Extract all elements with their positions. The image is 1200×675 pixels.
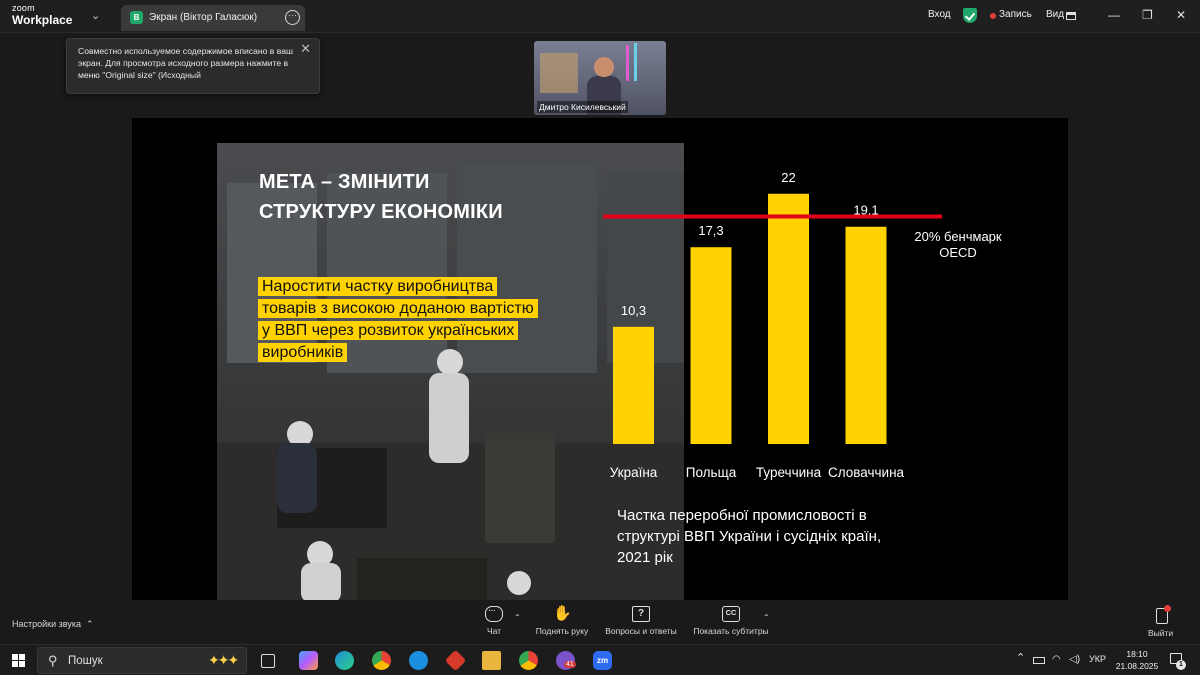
participant-head xyxy=(594,57,614,77)
qa-button[interactable]: ? Вопросы и ответы xyxy=(600,606,682,636)
search-highlight-icon: ✦✦✦ xyxy=(208,652,239,668)
chat-button[interactable]: Чат xyxy=(480,605,508,636)
keyboard-language[interactable]: УКР xyxy=(1089,654,1106,664)
chrome-browser-icon[interactable] xyxy=(372,651,391,670)
close-notification-icon[interactable]: ✕ xyxy=(300,41,311,57)
chart-value-label: 10,3 xyxy=(621,303,646,318)
leave-icon xyxy=(1153,605,1171,624)
title-bar: zoom Workplace ⌄ В Экран (Віктор Галасюк… xyxy=(0,0,1200,33)
chat-icon xyxy=(485,605,503,622)
chart-value-label: 17,3 xyxy=(698,223,723,238)
windows-taskbar: ⚲ Пошук ✦✦✦ 41 zm ⌃ ◠ ◁) УКР 18:10 21.08… xyxy=(0,644,1200,675)
qa-label: Вопросы и ответы xyxy=(605,626,677,636)
benchmark-label-line: OECD xyxy=(939,245,977,260)
search-placeholder: Пошук xyxy=(68,655,103,667)
audio-settings-label: Настройки звука xyxy=(12,619,81,629)
chart-bar xyxy=(613,326,654,444)
chart-value-label: 22 xyxy=(781,170,795,185)
record-button[interactable]: Запись xyxy=(999,9,1032,20)
chart-category-label: Словаччина xyxy=(828,465,905,480)
chart-caption-line: 2021 рік xyxy=(617,549,673,566)
chat-options-chevron-icon[interactable]: ⌃ xyxy=(514,613,521,622)
chart-category-label: Польща xyxy=(686,465,737,480)
question-icon: ? xyxy=(632,606,650,622)
meeting-toolbar: Настройки звука ⌃ Чат ⌃ ✋ Поднять руку ?… xyxy=(0,600,1200,644)
restore-icon[interactable]: ❐ xyxy=(1142,8,1153,22)
chart-bar xyxy=(768,193,809,444)
notification-count-badge: 1 xyxy=(1176,660,1186,670)
notification-text: Совместно используемое содержимое вписан… xyxy=(78,46,293,80)
search-icon: ⚲ xyxy=(48,653,58,668)
chat-label: Чат xyxy=(486,626,502,636)
tab-screen-share[interactable]: В Экран (Віктор Галасюк) ··· xyxy=(121,5,305,31)
audio-settings-button[interactable]: Настройки звука ⌃ xyxy=(12,619,94,630)
closed-captions-icon: CC xyxy=(722,606,740,622)
internet-explorer-icon[interactable] xyxy=(409,651,428,670)
tab-avatar: В xyxy=(130,11,143,24)
chart-bar xyxy=(845,226,887,444)
tray-overflow-chevron-icon[interactable]: ⌃ xyxy=(1016,651,1025,664)
login-button[interactable]: Вход xyxy=(928,9,951,20)
presentation-slide: МЕТА – ЗМІНИТИ СТРУКТУРУ ЕКОНОМІКИ Нарос… xyxy=(217,143,1068,600)
chart-caption: Частка переробної промисловості в структ… xyxy=(617,505,947,568)
video-neon-light xyxy=(634,43,637,81)
chart-category-label: Туреччина xyxy=(756,465,822,480)
captions-options-chevron-icon[interactable]: ⌃ xyxy=(763,613,770,622)
taskbar-clock[interactable]: 18:10 21.08.2025 xyxy=(1114,648,1160,672)
windows-start-icon[interactable] xyxy=(12,654,25,667)
task-view-icon[interactable] xyxy=(261,654,275,668)
raise-hand-button[interactable]: ✋ Поднять руку xyxy=(532,605,592,637)
show-captions-button[interactable]: CC Показать субтитры xyxy=(688,606,774,636)
chevron-up-icon: ⌃ xyxy=(83,619,94,629)
participant-name: Дмитро Кисилевський xyxy=(537,101,628,113)
brand-bottom: Workplace xyxy=(12,13,73,27)
minimize-icon[interactable]: — xyxy=(1108,8,1120,22)
video-neon-light xyxy=(626,45,629,81)
chrome-profile-icon[interactable] xyxy=(519,651,538,670)
leave-button[interactable]: Выйти xyxy=(1148,605,1174,638)
view-grid-icon[interactable] xyxy=(1066,12,1076,20)
tab-label: Экран (Віктор Галасюк) xyxy=(149,12,258,23)
close-window-icon[interactable]: ✕ xyxy=(1176,8,1186,22)
fit-screen-notification: Совместно используемое содержимое вписан… xyxy=(66,38,320,94)
security-app-icon[interactable] xyxy=(444,649,467,672)
copilot-icon[interactable] xyxy=(299,651,318,670)
show-captions-label: Показать субтитры xyxy=(693,626,769,636)
app-menu-chevron-icon[interactable]: ⌄ xyxy=(91,9,100,22)
benchmark-label-line: 20% бенчмарк xyxy=(914,229,1002,244)
chart-caption-line: структурі ВВП України і сусідніх країн, xyxy=(617,528,882,545)
chart-category-label: Україна xyxy=(610,465,658,480)
leave-label: Выйти xyxy=(1148,628,1174,638)
chart-bar xyxy=(690,247,732,444)
record-dot-icon xyxy=(990,13,996,19)
clock-time: 18:10 xyxy=(1126,649,1148,659)
volume-icon[interactable]: ◁) xyxy=(1069,654,1080,665)
hand-icon: ✋ xyxy=(553,605,572,622)
edge-browser-icon[interactable] xyxy=(335,651,354,670)
chart-caption-line: Частка переробної промисловості в xyxy=(617,507,867,524)
video-decor-panel xyxy=(540,53,578,93)
viber-unread-badge: 41 xyxy=(564,661,576,668)
view-button[interactable]: Вид xyxy=(1046,9,1064,20)
wifi-icon[interactable]: ◠ xyxy=(1052,654,1061,665)
battery-icon[interactable] xyxy=(1033,657,1045,664)
brand-top: zoom xyxy=(12,3,35,13)
zoom-app-icon[interactable]: zm xyxy=(593,651,612,670)
participant-video[interactable]: Дмитро Кисилевський xyxy=(534,41,666,115)
benchmark-label: 20% бенчмарк OECD xyxy=(903,229,1013,261)
viber-icon[interactable]: 41 xyxy=(556,651,576,670)
security-shield-icon[interactable] xyxy=(963,8,977,23)
raise-hand-label: Поднять руку xyxy=(535,626,589,636)
clock-date: 21.08.2025 xyxy=(1115,661,1159,671)
more-options-icon[interactable]: ··· xyxy=(285,10,300,25)
file-explorer-icon[interactable] xyxy=(482,651,501,670)
app-logo: zoom Workplace xyxy=(12,3,73,27)
taskbar-search[interactable]: ⚲ Пошук ✦✦✦ xyxy=(37,647,247,674)
